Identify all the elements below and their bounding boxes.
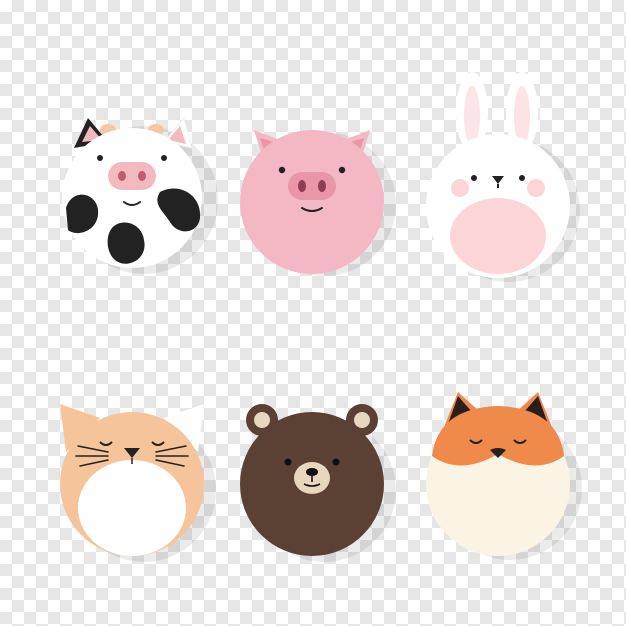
fox-icon xyxy=(426,392,582,560)
bear-sticker xyxy=(232,398,396,578)
cat-icon xyxy=(60,404,216,562)
fox-sticker xyxy=(418,384,582,564)
sticker-sheet xyxy=(0,0,626,626)
cow-icon xyxy=(62,116,218,274)
cow-sticker xyxy=(52,108,218,288)
rabbit-icon xyxy=(426,72,580,282)
rabbit-sticker xyxy=(418,72,580,282)
cat-sticker xyxy=(52,398,216,578)
pig-icon xyxy=(240,130,396,276)
bear-icon xyxy=(240,404,396,562)
pig-sticker xyxy=(232,112,396,292)
